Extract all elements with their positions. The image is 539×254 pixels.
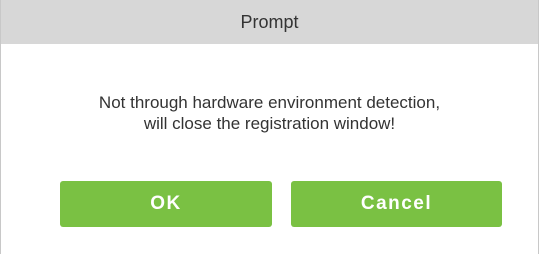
prompt-dialog: Prompt Not through hardware environment … <box>0 0 539 254</box>
dialog-titlebar[interactable]: Prompt <box>1 0 538 44</box>
cancel-button[interactable]: Cancel <box>291 181 502 227</box>
dialog-message: Not through hardware environment detecti… <box>1 92 538 134</box>
ok-button[interactable]: OK <box>60 181 272 227</box>
dialog-title: Prompt <box>240 11 299 32</box>
dialog-message-line-2: will close the registration window! <box>143 114 396 133</box>
dialog-message-line-1: Not through hardware environment detecti… <box>98 93 441 112</box>
